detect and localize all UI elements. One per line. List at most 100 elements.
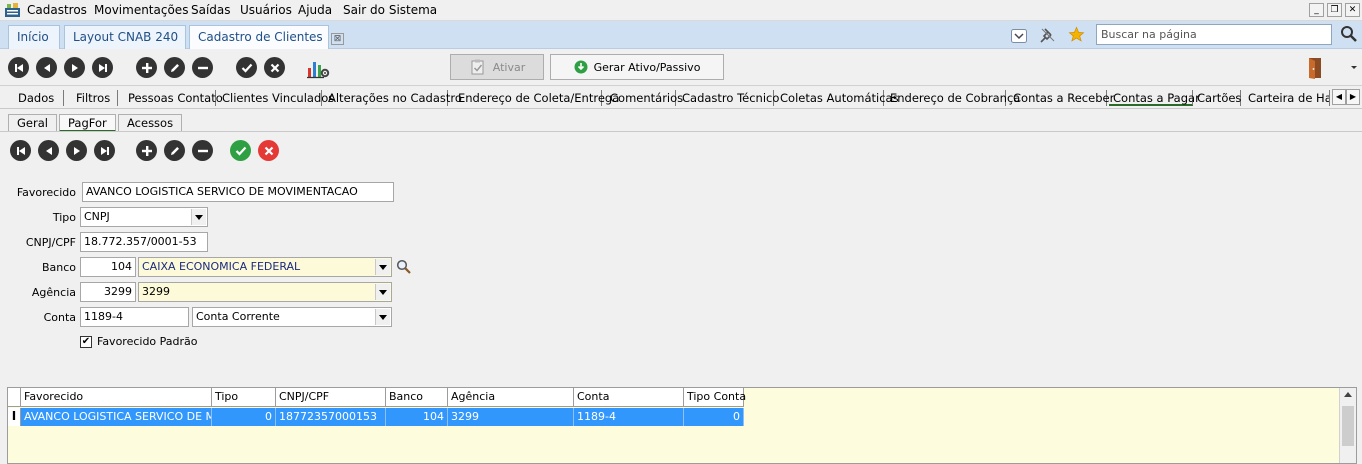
menu-saidas[interactable]: Saídas	[191, 3, 231, 17]
sub-add-button[interactable]	[136, 140, 157, 161]
star-icon[interactable]	[1068, 26, 1085, 43]
favorecido-padrao-checkbox[interactable]: ✔	[80, 336, 92, 348]
table-cell-tipo[interactable]: 0	[212, 408, 276, 426]
subtab-acessos[interactable]: Acessos	[118, 114, 183, 132]
tab-clientes-vinculados[interactable]: Clientes Vinculados	[218, 90, 334, 106]
favorecido-input[interactable]: AVANCO LOGISTICA SERVICO DE MOVIMENTACAO	[82, 182, 394, 202]
exit-door-icon[interactable]	[1303, 56, 1325, 80]
scroll-up-icon[interactable]	[1344, 391, 1352, 397]
search-icon[interactable]	[396, 259, 412, 275]
tipo-dropdown-arrow[interactable]	[191, 209, 206, 225]
sub-first-button[interactable]	[10, 140, 31, 161]
close-window-button[interactable]: ✕	[1345, 3, 1360, 17]
col-banco[interactable]: Banco	[386, 388, 448, 407]
next-record-button[interactable]	[64, 57, 85, 78]
table-row[interactable]: AVANCO LOGISTICA SERVICO DE MO	[21, 408, 212, 426]
conta-tipo-select[interactable]: Conta Corrente	[192, 307, 392, 327]
subtab-geral[interactable]: Geral	[8, 114, 57, 132]
table-cell-tipo-conta[interactable]: 0	[684, 408, 744, 426]
tab-cartoes[interactable]: Cartões	[1193, 90, 1241, 106]
col-favorecido[interactable]: Favorecido	[21, 388, 212, 407]
tipo-select[interactable]: CNPJ	[80, 207, 208, 227]
chevron-down-icon[interactable]	[1011, 29, 1027, 43]
confirm-button[interactable]	[236, 57, 257, 78]
table-cell-agencia[interactable]: 3299	[448, 408, 574, 426]
conta-input[interactable]: 1189-4	[80, 307, 189, 327]
tab-inicio[interactable]: Início	[8, 25, 60, 49]
ativar-button[interactable]: Ativar	[450, 54, 544, 80]
grid-vertical-scrollbar[interactable]	[1339, 388, 1356, 463]
tab-pessoas-contato[interactable]: Pessoas Contato	[124, 90, 223, 106]
row-indicator: I	[8, 408, 21, 426]
search-icon[interactable]	[1340, 25, 1358, 43]
tabs-scroll-left[interactable]: ◀	[1332, 89, 1346, 105]
tab-endereco-cobranca[interactable]: Endereço de Cobrança	[886, 90, 1020, 106]
add-record-button[interactable]	[136, 57, 157, 78]
tab-close-icon[interactable]: ⊠	[330, 33, 345, 45]
menu-cadastros[interactable]: Cadastros	[27, 3, 87, 17]
menu-usuarios[interactable]: Usuários	[240, 3, 292, 17]
close-icon	[270, 63, 279, 72]
last-icon	[98, 63, 107, 72]
tab-carteira-habilitacao[interactable]: Carteira de Habili	[1244, 90, 1330, 106]
scroll-thumb[interactable]	[1342, 406, 1354, 446]
close-icon	[264, 146, 273, 155]
toolbar-overflow-icon[interactable]	[1349, 64, 1359, 72]
tab-endereco-coleta[interactable]: Endereço de Coleta/Entrega	[454, 90, 619, 106]
banco-select[interactable]: CAIXA ECONOMICA FEDERAL	[138, 257, 392, 277]
sub-cancel-button[interactable]	[258, 140, 279, 161]
edit-record-button[interactable]	[164, 57, 185, 78]
gerar-ativo-passivo-button[interactable]: Gerar Ativo/Passivo	[550, 54, 724, 80]
agencia-select[interactable]: 3299	[138, 282, 392, 302]
sub-previous-button[interactable]	[38, 140, 59, 161]
tabs-scroll-right[interactable]: ▶	[1346, 89, 1360, 105]
tab-comentarios[interactable]: Comentários	[606, 90, 683, 106]
sub-next-button[interactable]	[66, 140, 87, 161]
search-input[interactable]	[1097, 25, 1331, 44]
banco-code-input[interactable]: 104	[80, 257, 136, 277]
menu-sair[interactable]: Sair do Sistema	[343, 3, 437, 17]
last-record-button[interactable]	[92, 57, 113, 78]
tab-cadastro-clientes[interactable]: Cadastro de Clientes ⊠	[189, 25, 345, 49]
tab-layout-cnab[interactable]: Layout CNAB 240	[64, 25, 186, 49]
delete-record-button[interactable]	[192, 57, 213, 78]
menu-movimentacoes[interactable]: Movimentações	[94, 3, 188, 17]
col-cnpj-cpf[interactable]: CNPJ/CPF	[276, 388, 386, 407]
tab-alteracoes-cadastro[interactable]: Alterações no Cadastro	[324, 90, 462, 106]
tab-cadastro-clientes-label: Cadastro de Clientes	[198, 30, 323, 44]
tab-cadastro-tecnico[interactable]: Cadastro Técnico	[678, 90, 779, 106]
favorecido-padrao-label: Favorecido Padrão	[97, 335, 198, 348]
tab-contas-pagar[interactable]: Contas a Pagar	[1109, 90, 1200, 106]
previous-record-button[interactable]	[36, 57, 57, 78]
tab-dados[interactable]: Dados	[14, 90, 64, 106]
tab-coletas-automaticas[interactable]: Coletas Automáticas	[776, 90, 899, 106]
pin-icon[interactable]	[1040, 27, 1056, 43]
sub-edit-button[interactable]	[164, 140, 185, 161]
conta-tipo-dropdown-arrow[interactable]	[375, 309, 390, 325]
agencia-dropdown-arrow[interactable]	[375, 284, 390, 300]
col-agencia[interactable]: Agência	[448, 388, 574, 407]
minimize-button[interactable]: _	[1309, 3, 1324, 17]
check-icon	[241, 63, 252, 73]
search-box[interactable]	[1096, 24, 1332, 45]
agencia-code-input[interactable]: 3299	[80, 282, 136, 302]
col-tipo[interactable]: Tipo	[212, 388, 276, 407]
tab-contas-receber[interactable]: Contas a Receber	[1009, 90, 1114, 106]
menu-ajuda[interactable]: Ajuda	[298, 3, 332, 17]
restore-button[interactable]: ❐	[1327, 3, 1342, 17]
cancel-button[interactable]	[264, 57, 285, 78]
table-cell-conta[interactable]: 1189-4	[574, 408, 684, 426]
table-cell-banco[interactable]: 104	[386, 408, 448, 426]
cnpj-input[interactable]: 18.772.357/0001-53	[80, 232, 208, 252]
sub-delete-button[interactable]	[192, 140, 213, 161]
sub-last-button[interactable]	[94, 140, 115, 161]
subtab-pagfor[interactable]: PagFor	[59, 114, 116, 132]
col-tipo-conta[interactable]: Tipo Conta	[684, 388, 746, 407]
col-conta[interactable]: Conta	[574, 388, 684, 407]
table-cell-cnpj[interactable]: 18772357000153	[276, 408, 386, 426]
tab-filtros[interactable]: Filtros	[72, 90, 118, 106]
chart-settings-icon[interactable]	[306, 56, 330, 80]
sub-confirm-button[interactable]	[230, 140, 251, 161]
first-record-button[interactable]	[8, 57, 29, 78]
banco-dropdown-arrow[interactable]	[375, 259, 390, 275]
